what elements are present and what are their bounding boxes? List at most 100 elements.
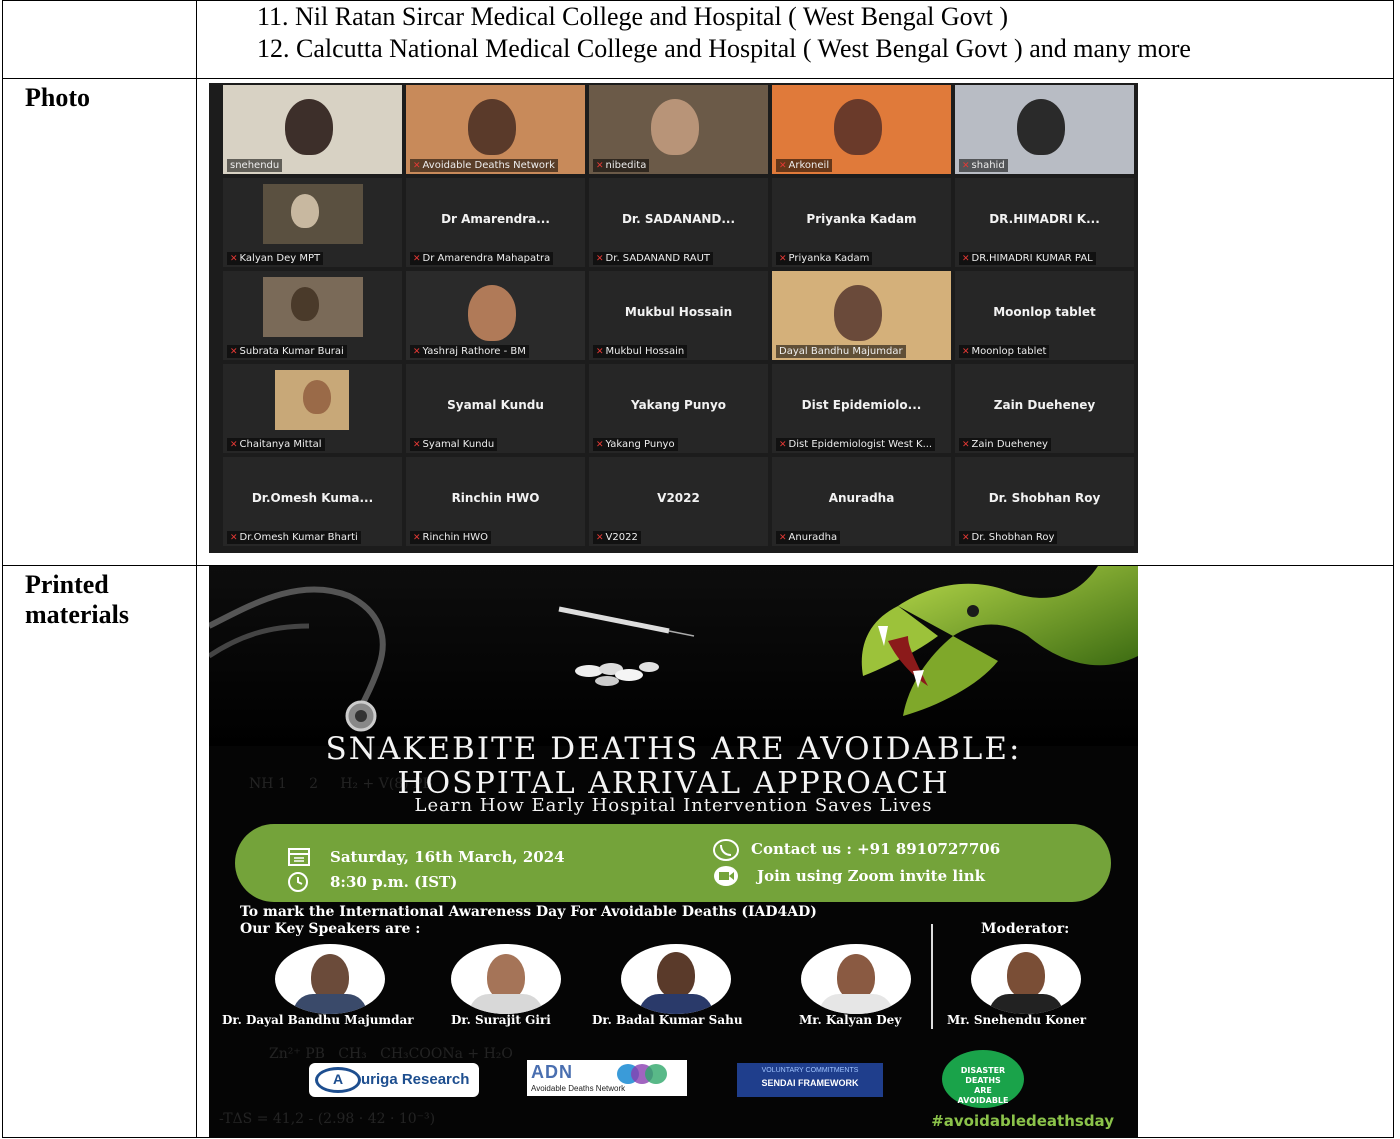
event-time: 8:30 p.m. (IST) [330, 873, 458, 891]
moderator-heading: Moderator: [981, 921, 1070, 937]
hospital-list: 11. Nil Ratan Sircar Medical College and… [197, 1, 1393, 65]
participant-name-label: ✕ nibedita [593, 159, 650, 172]
muted-mic-icon: ✕ [230, 254, 238, 264]
participant-name-label: ✕ Kalyan Dey MPT [227, 252, 324, 265]
participant-tile[interactable]: Dayal Bandhu Majumdar [772, 271, 951, 360]
participant-tile[interactable]: ✕ Subrata Kumar Burai [223, 271, 402, 360]
zoom-join-text: Join using Zoom invite link [757, 867, 986, 885]
speaker-name: Mr. Kalyan Dey [799, 1013, 902, 1027]
clock-icon [288, 872, 308, 892]
muted-mic-icon: ✕ [962, 347, 970, 357]
label-cell-printed: Printed materials [2, 565, 197, 1138]
participant-tile[interactable]: Zain Dueheney ✕ Zain Dueheney [955, 364, 1134, 453]
iad4ad-text: To mark the International Awareness Day … [240, 904, 817, 920]
participant-tile[interactable]: ✕ Chaitanya Mittal [223, 364, 402, 453]
muted-mic-icon: ✕ [962, 440, 970, 450]
label-cell-empty [2, 0, 197, 79]
muted-mic-icon: ✕ [596, 533, 604, 543]
speaker-photo [801, 944, 911, 1014]
participant-name-label: ✕ Subrata Kumar Burai [227, 345, 347, 358]
speaker-photo [275, 944, 385, 1014]
participant-tile[interactable]: Dr. Shobhan Roy ✕ Dr. Shobhan Roy [955, 457, 1134, 546]
hospital-list-cell: 11. Nil Ratan Sircar Medical College and… [196, 0, 1394, 79]
muted-mic-icon: ✕ [962, 533, 970, 543]
participant-display-name: Mukbul Hossain [624, 305, 733, 319]
muted-mic-icon: ✕ [962, 161, 970, 171]
participant-video [263, 277, 363, 337]
snake-illustration [861, 566, 1138, 716]
participant-tile[interactable]: Dr. SADANAND... ✕ Dr. SADANAND RAUT [589, 178, 768, 267]
participant-name-label: ✕ V2022 [593, 531, 641, 544]
muted-mic-icon: ✕ [596, 161, 604, 171]
participant-name-label: ✕ Syamal Kundu [410, 438, 498, 451]
participant-video [275, 370, 349, 430]
participant-tile[interactable]: ✕ Arkoneil [772, 85, 951, 174]
muted-mic-icon: ✕ [230, 440, 238, 450]
participant-tile[interactable]: ✕ Kalyan Dey MPT [223, 178, 402, 267]
row-hospitals: 11. Nil Ratan Sircar Medical College and… [2, 0, 1394, 79]
muted-mic-icon: ✕ [779, 440, 787, 450]
muted-mic-icon: ✕ [596, 347, 604, 357]
participant-name-label: ✕ Dr Amarendra Mahapatra [410, 252, 554, 265]
participant-name-label: ✕ Dr. Shobhan Roy [959, 531, 1058, 544]
photo-cell: snehendu ✕ Avoidable Deaths Network ✕ nibedi… [196, 78, 1394, 566]
participant-display-name: Dist Epidemiolo... [801, 398, 922, 412]
muted-mic-icon: ✕ [413, 161, 421, 171]
participant-name-label: ✕ Dr.Omesh Kumar Bharti [227, 531, 361, 544]
row-label-printed: Printed materials [25, 570, 129, 629]
participant-name-label: ✕ Rinchin HWO [410, 531, 492, 544]
participant-tile[interactable]: ✕ shahid [955, 85, 1134, 174]
muted-mic-icon: ✕ [413, 533, 421, 543]
participant-tile[interactable]: ✕ Avoidable Deaths Network [406, 85, 585, 174]
participant-tile[interactable]: Priyanka Kadam ✕ Priyanka Kadam [772, 178, 951, 267]
participant-tile[interactable]: Rinchin HWO ✕ Rinchin HWO [406, 457, 585, 546]
muted-mic-icon: ✕ [230, 347, 238, 357]
syringe-pills-icon [558, 606, 695, 686]
event-date: Saturday, 16th March, 2024 [330, 848, 565, 866]
chem-doodle: Zn²⁺ PB CH₃ CH₃COONa + H₂O [269, 1046, 513, 1062]
sendai-framework-logo: VOLUNTARY COMMITMENTS SENDAI FRAMEWORK [737, 1063, 883, 1097]
muted-mic-icon: ✕ [413, 254, 421, 264]
stethoscope-icon [209, 586, 386, 732]
speaker-name: Dr. Badal Kumar Sahu [592, 1013, 743, 1027]
speaker-name: Dr. Surajit Giri [451, 1013, 551, 1027]
participant-tile[interactable]: snehendu [223, 85, 402, 174]
participant-tile[interactable]: V2022 ✕ V2022 [589, 457, 768, 546]
participant-tile[interactable]: DR.HIMADRI K... ✕ DR.HIMADRI KUMAR PAL [955, 178, 1134, 267]
participant-display-name: V2022 [657, 491, 700, 505]
participant-tile[interactable]: Yakang Punyo ✕ Yakang Punyo [589, 364, 768, 453]
list-item: 11. Nil Ratan Sircar Medical College and… [257, 2, 1009, 31]
participant-name-label: Dayal Bandhu Majumdar [776, 345, 906, 358]
participant-name-label: ✕ Chaitanya Mittal [227, 438, 325, 451]
event-info-banner: Saturday, 16th March, 2024 8:30 p.m. (IS… [235, 824, 1111, 902]
participant-tile[interactable]: Moonlop tablet ✕ Moonlop tablet [955, 271, 1134, 360]
participant-name-label: ✕ Anuradha [776, 531, 841, 544]
participant-name-label: ✕ Moonlop tablet [959, 345, 1050, 358]
participant-name-label: ✕ Avoidable Deaths Network [410, 159, 558, 172]
participant-tile[interactable]: Dr.Omesh Kuma... ✕ Dr.Omesh Kumar Bharti [223, 457, 402, 546]
participant-tile[interactable]: ✕ Yashraj Rathore - BM [406, 271, 585, 360]
participant-tile[interactable]: Syamal Kundu ✕ Syamal Kundu [406, 364, 585, 453]
participant-display-name: Dr.Omesh Kuma... [251, 491, 374, 505]
participant-name-label: snehendu [227, 159, 283, 172]
muted-mic-icon: ✕ [413, 440, 421, 450]
document-table: 11. Nil Ratan Sircar Medical College and… [2, 0, 1394, 1138]
label-cell-photo: Photo [2, 78, 197, 566]
poster-cell: NH 1 2 H₂ + V(8) PB Zn²⁺ PB CH₃ CH₃COONa… [196, 565, 1394, 1138]
row-photo: Photo snehendu ✕ Avoidable Deaths Network ✕… [2, 78, 1394, 566]
participant-tile[interactable]: Mukbul Hossain ✕ Mukbul Hossain [589, 271, 768, 360]
participant-name-label: ✕ Dist Epidemiologist West K... [776, 438, 936, 451]
participant-video [263, 184, 363, 244]
participant-tile[interactable]: Dist Epidemiolo... ✕ Dist Epidemiologist W… [772, 364, 951, 453]
muted-mic-icon: ✕ [779, 254, 787, 264]
participant-tile[interactable]: ✕ nibedita [589, 85, 768, 174]
speaker-photo [451, 944, 561, 1014]
row-printed: Printed materials NH 1 2 H₂ + V(8) PB Zn… [2, 565, 1394, 1138]
participant-display-name: Zain Dueheney [993, 398, 1096, 412]
participant-tile[interactable]: Dr Amarendra... ✕ Dr Amarendra Mahapatra [406, 178, 585, 267]
participant-display-name: Rinchin HWO [451, 491, 540, 505]
participant-tile[interactable]: Anuradha ✕ Anuradha [772, 457, 951, 546]
video-camera-icon [714, 866, 738, 886]
participant-name-label: ✕ DR.HIMADRI KUMAR PAL [959, 252, 1096, 265]
participant-name-label: ✕ Arkoneil [776, 159, 833, 172]
